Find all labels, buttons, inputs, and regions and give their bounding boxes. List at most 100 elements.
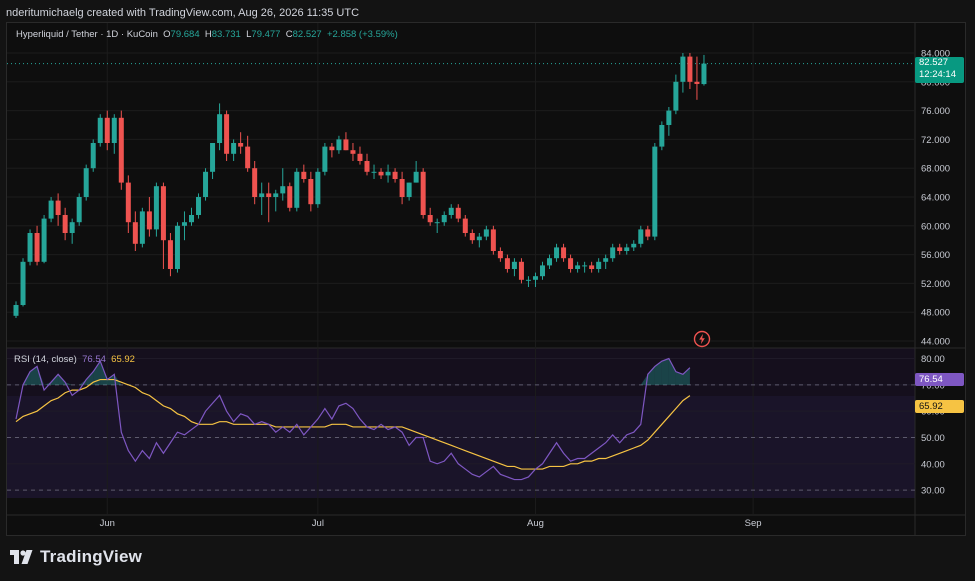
candle-body xyxy=(364,161,370,172)
candle xyxy=(610,243,616,262)
candle-body xyxy=(308,179,314,205)
rsi-ma-value: 65.92 xyxy=(111,354,135,365)
candle-body xyxy=(27,233,33,262)
candle-body xyxy=(350,150,356,154)
candle xyxy=(371,164,377,179)
candle-body xyxy=(189,215,194,223)
candle xyxy=(617,243,623,255)
candle-body xyxy=(83,168,89,197)
candle-body xyxy=(680,56,686,82)
candle-body xyxy=(554,247,560,259)
candle-body xyxy=(378,171,384,176)
candle-body xyxy=(448,207,454,215)
candle xyxy=(294,168,300,212)
candle xyxy=(196,193,202,219)
candle xyxy=(547,254,553,269)
candle-body xyxy=(638,229,644,244)
rsi-legend[interactable]: RSI (14, close) 76.54 65.92 xyxy=(14,354,135,366)
candle xyxy=(336,135,342,154)
candle xyxy=(41,215,47,264)
chart-canvas[interactable]: 84.00080.00076.00072.00068.00064.00060.0… xyxy=(7,23,965,535)
time-tick-label: Aug xyxy=(527,518,544,529)
candle-body xyxy=(118,117,124,183)
price-axis[interactable]: 84.00080.00076.00072.00068.00064.00060.0… xyxy=(921,49,950,348)
price-tick-label: 48.000 xyxy=(921,308,950,319)
candle-body xyxy=(315,171,321,205)
candle-body xyxy=(203,171,209,197)
candle xyxy=(27,229,33,266)
candle-body xyxy=(673,81,679,111)
candle xyxy=(48,197,54,223)
candle-body xyxy=(694,81,700,84)
change-value: +2.858 (+3.59%) xyxy=(326,29,398,40)
candle xyxy=(83,164,89,201)
candle-body xyxy=(469,233,475,241)
tradingview-logo[interactable]: TradingView xyxy=(10,546,142,568)
candle xyxy=(308,171,314,212)
candle-body xyxy=(20,261,26,305)
candle xyxy=(97,114,103,147)
high-label: H xyxy=(204,29,212,40)
candle-body xyxy=(90,143,96,169)
price-tick-label: 64.000 xyxy=(921,193,950,204)
candle xyxy=(462,215,468,237)
candle-body xyxy=(252,168,258,197)
candle-body xyxy=(589,265,595,269)
candle xyxy=(441,211,447,226)
candle-body xyxy=(153,186,159,230)
candle-body xyxy=(701,63,707,85)
candle-body xyxy=(561,247,567,259)
candle xyxy=(364,153,370,176)
candle xyxy=(561,243,567,262)
candle xyxy=(343,132,349,151)
candle-body xyxy=(434,222,440,224)
high-value: 83.731 xyxy=(211,29,241,40)
candle-body xyxy=(343,139,349,151)
candle-body xyxy=(224,114,230,154)
candle xyxy=(540,261,545,280)
candle-body xyxy=(55,200,61,215)
open-label: O xyxy=(163,29,171,40)
candle xyxy=(385,164,391,183)
candle xyxy=(104,110,110,151)
chart-frame[interactable]: 84.00080.00076.00072.00068.00064.00060.0… xyxy=(6,22,966,536)
candle-body xyxy=(547,258,553,266)
candle-body xyxy=(238,143,244,147)
candle xyxy=(490,225,496,255)
candle xyxy=(69,218,75,244)
candle xyxy=(273,189,279,212)
candle xyxy=(125,175,131,233)
symbol-legend[interactable]: Hyperliquid / Tether · 1D · KuCoin O79.6… xyxy=(16,29,398,41)
candle xyxy=(469,229,475,244)
candle xyxy=(90,139,96,172)
candle xyxy=(315,168,321,208)
candle xyxy=(701,54,707,86)
time-axis[interactable]: Jun Jul Aug Sep xyxy=(100,518,762,529)
candle xyxy=(238,132,244,154)
candle xyxy=(476,233,482,248)
time-tick-label: Sep xyxy=(745,518,762,529)
candle xyxy=(554,243,560,262)
candle xyxy=(483,225,489,241)
candle-body xyxy=(273,193,279,197)
candle-body xyxy=(582,265,588,267)
candle-body xyxy=(196,197,202,215)
candle xyxy=(687,53,693,89)
rsi-tick-label: 50.00 xyxy=(921,433,945,444)
candle xyxy=(146,197,152,237)
price-tick-label: 72.000 xyxy=(921,135,950,146)
candle xyxy=(413,161,419,183)
candle-body xyxy=(399,179,405,197)
candle xyxy=(259,182,265,215)
candle xyxy=(329,143,335,158)
lightning-alert-icon[interactable] xyxy=(693,330,711,348)
candle-body xyxy=(125,182,131,223)
candle xyxy=(596,258,602,273)
candle-body xyxy=(406,182,412,197)
rsi-overbought-fill xyxy=(661,358,669,385)
symbol-title: Hyperliquid / Tether · 1D · KuCoin xyxy=(16,29,158,40)
rsi-value: 76.54 xyxy=(82,354,106,365)
candle-body xyxy=(603,258,609,262)
candle xyxy=(160,182,166,269)
candle-body xyxy=(62,215,68,233)
